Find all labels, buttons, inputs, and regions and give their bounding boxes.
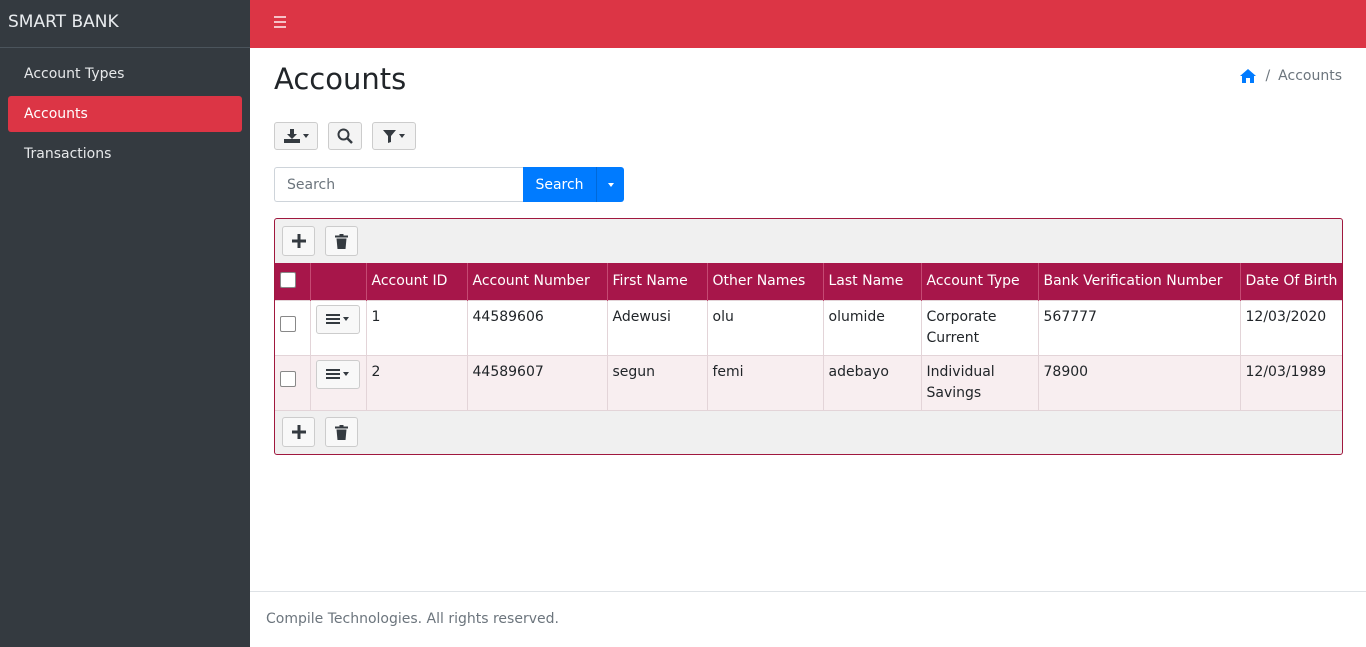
caret-down-icon (399, 134, 405, 138)
grid-top-toolbar (275, 219, 1342, 263)
row-select-cell (275, 299, 311, 355)
table-header-row: Account ID Account Number First Name Oth… (275, 263, 1342, 300)
filter-icon (383, 129, 396, 143)
sidebar-item-transactions[interactable]: Transactions (8, 136, 242, 172)
cell-first-name: Adewusi (607, 299, 708, 355)
search-options-dropdown[interactable] (596, 167, 624, 202)
brand-title[interactable]: SMART BANK (0, 0, 250, 48)
cell-account-type: Corporate Current (921, 299, 1039, 355)
accounts-grid: Account ID Account Number First Name Oth… (274, 218, 1343, 455)
cell-bvn: 78900 (1038, 354, 1241, 410)
row-actions-button[interactable] (315, 359, 360, 389)
column-header-account-id[interactable]: Account ID (366, 263, 468, 300)
add-button-bottom[interactable] (282, 417, 315, 447)
row-checkbox[interactable] (280, 315, 296, 332)
export-button[interactable] (274, 122, 318, 150)
column-header-bvn[interactable]: Bank Verification Number (1038, 263, 1241, 300)
page-title: Accounts (274, 62, 407, 96)
row-actions-cell (310, 354, 367, 410)
breadcrumb: / Accounts (1239, 68, 1342, 84)
trash-icon (335, 424, 348, 440)
column-header-account-number[interactable]: Account Number (467, 263, 608, 300)
add-button[interactable] (282, 226, 315, 256)
grid-bottom-toolbar (275, 409, 1342, 454)
column-header-last-name[interactable]: Last Name (823, 263, 922, 300)
home-icon[interactable] (1239, 68, 1257, 84)
list-icon (326, 367, 340, 381)
caret-down-icon (343, 372, 349, 376)
footer-copyright: Compile Technologies. All rights reserve… (266, 611, 559, 627)
column-header-other-names[interactable]: Other Names (707, 263, 824, 300)
page-toolbar (274, 122, 426, 150)
caret-down-icon (302, 134, 309, 138)
row-actions-header (310, 263, 367, 300)
plus-icon (291, 425, 306, 439)
cell-account-id: 2 (366, 354, 468, 410)
cell-account-type: Individual Savings (921, 354, 1039, 410)
cell-account-id: 1 (366, 299, 468, 355)
cell-last-name: adebayo (823, 354, 922, 410)
cell-account-number: 44589606 (467, 299, 608, 355)
sidebar-item-account-types[interactable]: Account Types (8, 56, 242, 92)
cell-last-name: olumide (823, 299, 922, 355)
table-row: 1 44589606 Adewusi olu olumide Corporate… (275, 299, 1342, 355)
search-toggle-button[interactable] (328, 122, 362, 150)
caret-down-icon (343, 317, 349, 321)
row-checkbox[interactable] (280, 370, 296, 387)
delete-button[interactable] (325, 226, 358, 256)
trash-icon (335, 233, 348, 249)
cell-date-of-birth: 12/03/1989 (1240, 354, 1342, 410)
breadcrumb-separator: / (1265, 68, 1271, 84)
column-header-first-name[interactable]: First Name (607, 263, 708, 300)
plus-icon (291, 234, 306, 248)
cell-other-names: olu (707, 299, 824, 355)
accounts-table: Account ID Account Number First Name Oth… (275, 263, 1342, 410)
search-input[interactable] (274, 167, 523, 202)
delete-button-bottom[interactable] (325, 417, 358, 447)
table-row: 2 44589607 segun femi adebayo Individual… (275, 354, 1342, 410)
select-all-cell (275, 263, 311, 300)
caret-down-icon (607, 182, 614, 187)
search-button[interactable]: Search (523, 167, 596, 202)
cell-date-of-birth: 12/03/2020 (1240, 299, 1342, 355)
sidebar-item-accounts[interactable]: Accounts (8, 96, 242, 132)
column-header-date-of-birth[interactable]: Date Of Birth (1240, 263, 1342, 300)
row-actions-button[interactable] (315, 304, 360, 334)
sidebar-nav: Account Types Accounts Transactions (0, 48, 250, 184)
cell-account-number: 44589607 (467, 354, 608, 410)
cell-other-names: femi (707, 354, 824, 410)
cell-first-name: segun (607, 354, 708, 410)
row-select-cell (275, 354, 311, 410)
search-icon (337, 128, 353, 144)
select-all-checkbox[interactable] (280, 272, 296, 289)
download-icon (283, 129, 300, 143)
breadcrumb-current: Accounts (1278, 68, 1342, 84)
footer: Compile Technologies. All rights reserve… (250, 591, 1366, 647)
column-header-account-type[interactable]: Account Type (921, 263, 1039, 300)
search-bar: Search (274, 167, 624, 202)
list-icon (326, 312, 340, 326)
cell-bvn: 567777 (1038, 299, 1241, 355)
top-navbar (250, 0, 1366, 48)
menu-toggle-icon[interactable] (274, 16, 286, 28)
filter-button[interactable] (372, 122, 416, 150)
sidebar: SMART BANK Account Types Accounts Transa… (0, 0, 250, 647)
main-content: Accounts / Accounts Search Search Accoun… (250, 48, 1366, 591)
row-actions-cell (310, 299, 367, 355)
